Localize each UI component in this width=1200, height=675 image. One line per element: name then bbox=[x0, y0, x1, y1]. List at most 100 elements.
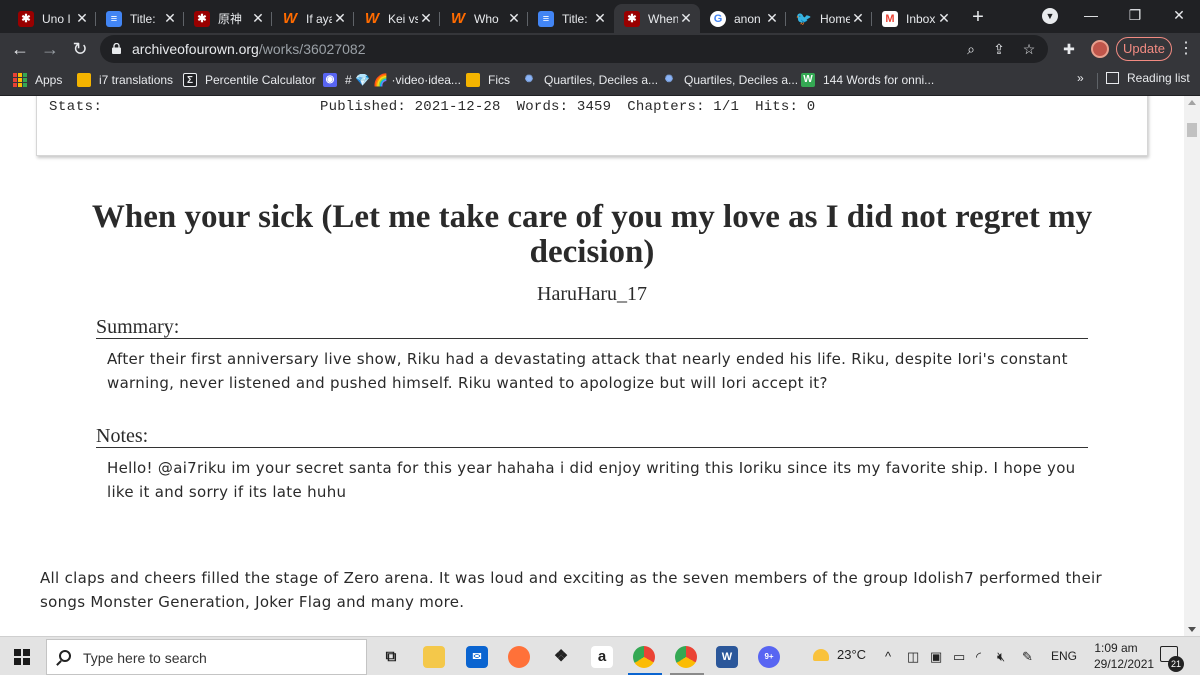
close-icon[interactable]: ✕ bbox=[678, 10, 694, 27]
bookmark-percentile-calculator[interactable]: Σ Percentile Calculator bbox=[183, 71, 316, 89]
folder-icon bbox=[77, 73, 91, 87]
bookmark-label: Percentile Calculator bbox=[205, 73, 316, 87]
notes-heading: Notes: bbox=[96, 425, 1088, 448]
tab-3[interactable]: ✱ 原神 ✕ bbox=[184, 4, 272, 33]
meet-now-icon[interactable]: ◫ bbox=[907, 649, 919, 665]
minimize-icon[interactable]: — bbox=[1076, 4, 1106, 26]
clock[interactable]: 1:09 am 29/12/2021 bbox=[1094, 640, 1154, 672]
discord-icon[interactable]: 9+ bbox=[758, 646, 780, 668]
reload-icon[interactable]: ↻ bbox=[68, 37, 92, 61]
volume-muted-icon[interactable]: 🔇︎ bbox=[997, 649, 1005, 665]
firefox-icon[interactable] bbox=[508, 646, 530, 668]
atom-icon: ✺ bbox=[524, 74, 534, 85]
chrome-profile-2-icon[interactable] bbox=[675, 646, 697, 668]
bookmark-fics[interactable]: Fics bbox=[466, 71, 510, 89]
close-icon[interactable]: ✕ bbox=[936, 10, 952, 27]
docs-icon: ≡ bbox=[106, 10, 122, 27]
stats-row: Published: 2021-12-28 Words: 3459 Chapte… bbox=[320, 99, 815, 115]
tab-2[interactable]: ≡ Title: ✕ bbox=[96, 4, 184, 33]
tab-7[interactable]: ≡ Title: ✕ bbox=[528, 4, 614, 33]
extensions-icon[interactable]: ✚ bbox=[1060, 40, 1078, 58]
bookmark-quartiles-2[interactable]: ✺ Quartiles, Deciles a... bbox=[662, 71, 798, 89]
close-icon[interactable]: ✕ bbox=[162, 10, 178, 27]
menu-icon[interactable]: ⋮ bbox=[1176, 39, 1196, 59]
share-icon[interactable]: ⇪ bbox=[990, 40, 1008, 58]
bookmark-label: i7 translations bbox=[99, 73, 174, 87]
amazon-icon[interactable]: a bbox=[591, 646, 613, 668]
dropbox-icon[interactable]: ❖ bbox=[550, 646, 572, 668]
file-explorer-icon[interactable] bbox=[423, 646, 445, 668]
tab-search-icon[interactable]: ▼ bbox=[1042, 8, 1058, 24]
tab-8-active[interactable]: ✱ When ✕ bbox=[614, 4, 700, 33]
task-view-icon[interactable]: ⧉ bbox=[380, 646, 402, 668]
bookmark-144-words[interactable]: W 144 Words for onni... bbox=[801, 71, 934, 89]
weather-temp: 23°C bbox=[837, 647, 867, 662]
battery-icon[interactable]: ▭ bbox=[953, 649, 965, 665]
bookmark-label: Quartiles, Deciles a... bbox=[544, 73, 659, 87]
restore-icon[interactable]: ❐ bbox=[1120, 4, 1150, 26]
close-icon[interactable]: ✕ bbox=[592, 10, 608, 27]
address-bar[interactable]: archiveofourown.org/works/36027082 ⌕ ⇪ ☆ bbox=[100, 35, 1048, 63]
wifi-icon[interactable]: ◜ bbox=[976, 649, 981, 665]
new-tab-icon[interactable]: + bbox=[966, 6, 990, 30]
tab-title: Uno I bbox=[42, 11, 71, 26]
close-icon[interactable]: ✕ bbox=[250, 10, 266, 27]
clock-time: 1:09 am bbox=[1094, 641, 1138, 655]
tab-9[interactable]: G anon ✕ bbox=[700, 4, 786, 33]
tab-11[interactable]: M Inbox ✕ bbox=[872, 4, 958, 33]
pen-icon[interactable]: ✎ bbox=[1022, 649, 1033, 665]
weather-icon bbox=[813, 648, 829, 661]
bookmark-star-icon[interactable]: ☆ bbox=[1020, 40, 1038, 58]
tab-title: 原神 bbox=[218, 12, 243, 26]
close-icon[interactable]: ✕ bbox=[332, 10, 348, 27]
stat-chapters: Chapters: 1/1 bbox=[627, 99, 740, 115]
bookmark-video-ideas[interactable]: ◉ # 💎 🌈 ·video·idea... bbox=[323, 71, 461, 89]
tab-1[interactable]: ✱ Uno I ✕ bbox=[8, 4, 96, 33]
scroll-down-arrow-icon[interactable] bbox=[1188, 627, 1196, 632]
update-button[interactable]: Update bbox=[1116, 37, 1172, 61]
window-close-icon[interactable]: ✕ bbox=[1164, 4, 1194, 26]
taskbar-search-input[interactable]: Type here to search bbox=[46, 639, 367, 675]
scroll-up-arrow-icon[interactable] bbox=[1188, 100, 1196, 105]
weather-widget[interactable]: 23°C bbox=[813, 647, 866, 662]
folder-icon bbox=[466, 73, 480, 87]
page-content: Stats: Published: 2021-12-28 Words: 3459… bbox=[0, 96, 1184, 636]
tab-5[interactable]: W Kei vs ✕ bbox=[354, 4, 440, 33]
reading-list-button[interactable]: Reading list bbox=[1106, 71, 1190, 85]
url-path: /works/36027082 bbox=[258, 41, 366, 57]
forward-icon[interactable]: → bbox=[38, 37, 62, 61]
bookmark-apps[interactable]: Apps bbox=[13, 71, 62, 89]
tray-chevron-icon[interactable]: ^ bbox=[885, 649, 891, 664]
close-icon[interactable]: ✕ bbox=[850, 10, 866, 27]
tab-10[interactable]: 🐦 Home ✕ bbox=[786, 4, 872, 33]
search-placeholder: Type here to search bbox=[83, 650, 207, 666]
mail-icon[interactable]: ✉ bbox=[466, 646, 488, 668]
url-domain: archiveofourown.org bbox=[132, 41, 259, 57]
language-indicator[interactable]: ENG bbox=[1051, 649, 1077, 663]
screenshot-tool-icon[interactable]: ▣ bbox=[930, 649, 942, 665]
close-icon[interactable]: ✕ bbox=[418, 10, 434, 27]
zoom-icon[interactable]: ⌕ bbox=[962, 40, 980, 58]
author-link[interactable]: HaruHaru_17 bbox=[0, 283, 1184, 306]
summary-text: After their first anniversary live show,… bbox=[107, 350, 1068, 392]
avatar[interactable] bbox=[1091, 40, 1109, 58]
bookmark-i7-translations[interactable]: i7 translations bbox=[77, 71, 173, 89]
bookmark-label: Apps bbox=[35, 73, 63, 87]
scroll-thumb[interactable] bbox=[1187, 123, 1197, 137]
tab-4[interactable]: W If aya ✕ bbox=[272, 4, 354, 33]
tab-6[interactable]: W Who ✕ bbox=[440, 4, 528, 33]
back-icon[interactable]: ← bbox=[8, 37, 32, 61]
tab-title: When bbox=[648, 11, 678, 26]
tab-title: Home bbox=[820, 11, 850, 26]
close-icon[interactable]: ✕ bbox=[506, 10, 522, 27]
windows-start-icon[interactable] bbox=[14, 649, 30, 665]
vertical-scrollbar[interactable] bbox=[1184, 96, 1200, 636]
bookmark-quartiles-1[interactable]: ✺ Quartiles, Deciles a... bbox=[522, 71, 658, 89]
tab-title: Title: bbox=[130, 11, 156, 26]
more-bookmarks-chevron[interactable]: » bbox=[1077, 71, 1084, 85]
google-icon: G bbox=[710, 10, 726, 27]
close-icon[interactable]: ✕ bbox=[764, 10, 780, 27]
word-icon[interactable]: W bbox=[716, 646, 738, 668]
chrome-profile-1-icon[interactable] bbox=[633, 646, 655, 668]
close-icon[interactable]: ✕ bbox=[74, 10, 90, 27]
